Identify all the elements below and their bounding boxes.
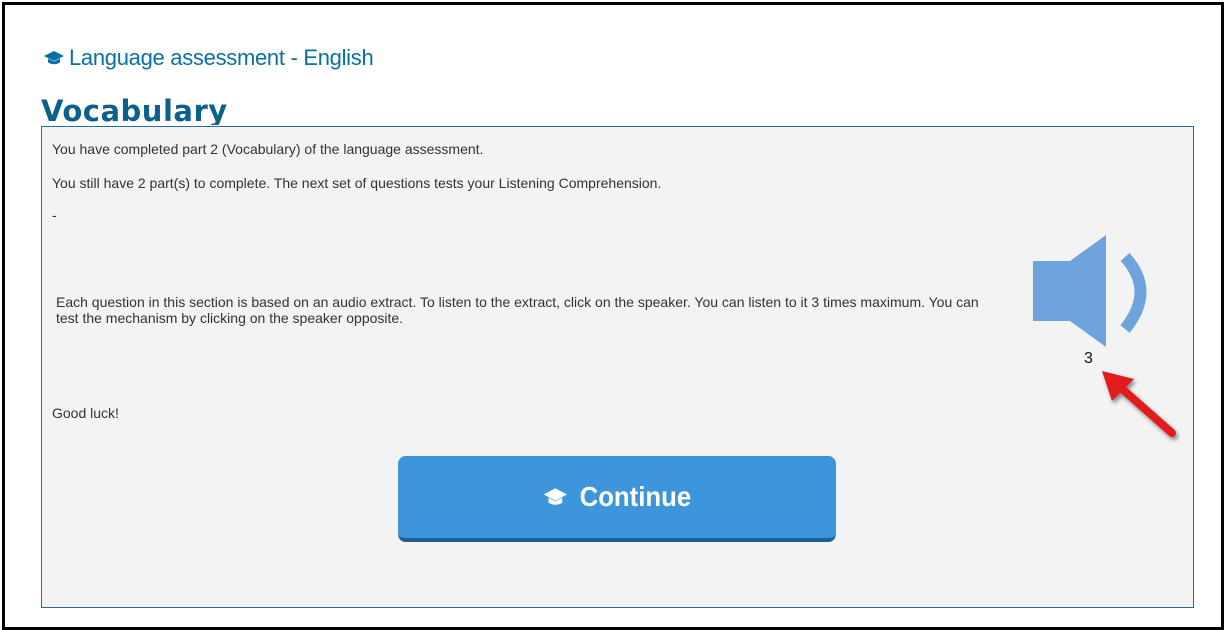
speaker-icon — [1033, 235, 1147, 347]
separator-text: - — [52, 207, 57, 223]
page-header: Language assessment - English — [43, 45, 374, 71]
good-luck-text: Good luck! — [52, 405, 119, 421]
continue-button-label: Continue — [579, 481, 692, 512]
red-arrow-icon — [1102, 371, 1176, 437]
section-title: Vocabulary — [41, 95, 228, 125]
graduation-cap-icon — [43, 50, 65, 66]
completed-text: You have completed part 2 (Vocabulary) o… — [52, 141, 484, 157]
plays-remaining-count: 3 — [1084, 350, 1093, 367]
speaker-button[interactable] — [1028, 235, 1154, 347]
page-header-title: Language assessment - English — [69, 45, 374, 70]
remaining-text: You still have 2 part(s) to complete. Th… — [52, 175, 662, 191]
info-panel: You have completed part 2 (Vocabulary) o… — [41, 126, 1194, 608]
app-frame: Language assessment - English Vocabulary… — [2, 2, 1224, 630]
instructions-text: Each question in this section is based o… — [56, 294, 979, 326]
continue-button[interactable]: Continue — [398, 456, 836, 542]
graduation-cap-icon — [543, 487, 569, 507]
